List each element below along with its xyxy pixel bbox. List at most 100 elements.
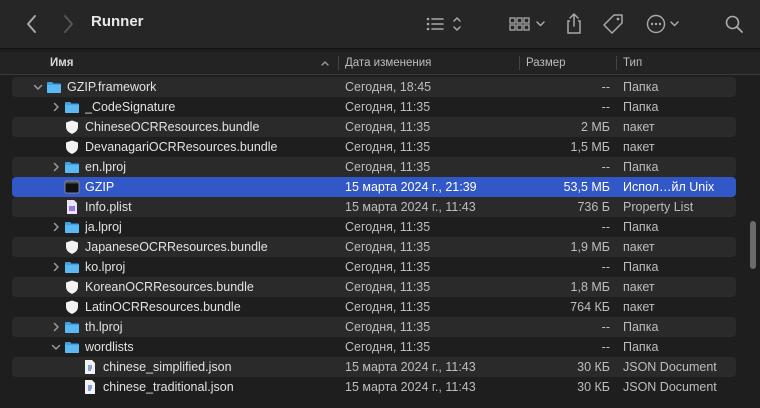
column-kind[interactable]: Тип	[623, 52, 743, 74]
file-name: KoreanOCRResources.bundle	[85, 280, 254, 294]
column-divider[interactable]	[519, 56, 520, 70]
disclosure-closed-icon[interactable]	[50, 221, 62, 233]
grid-group-icon	[509, 17, 545, 31]
json-icon	[82, 359, 98, 375]
folder-icon	[64, 259, 80, 275]
executable-icon	[64, 179, 80, 195]
file-name: chinese_simplified.json	[103, 360, 232, 374]
table-row[interactable]: chinese_traditional.json 15 марта 2024 г.…	[12, 377, 736, 397]
table-row[interactable]: JapaneseOCRResources.bundle Сегодня, 11:3…	[12, 237, 736, 257]
date-modified: Сегодня, 11:35	[345, 220, 431, 234]
date-modified: Сегодня, 11:35	[345, 340, 431, 354]
file-size: --	[601, 320, 610, 334]
date-modified: Сегодня, 11:35	[345, 100, 431, 114]
file-name: Info.plist	[85, 200, 132, 214]
chevron-left-icon	[27, 15, 36, 33]
file-name: en.lproj	[85, 160, 126, 174]
disclosure-closed-icon[interactable]	[50, 261, 62, 273]
folder-icon	[64, 99, 80, 115]
ellipsis-circle-icon	[646, 14, 679, 34]
table-row[interactable]: DevanagariOCRResources.bundle Сегодня, 11…	[12, 137, 736, 157]
bundle-icon	[64, 119, 80, 135]
json-icon	[82, 379, 98, 395]
file-name: _CodeSignature	[85, 100, 176, 114]
view-mode-button[interactable]	[424, 12, 464, 36]
table-row[interactable]: GZIP.framework Сегодня, 18:45 -- Папка	[12, 77, 736, 97]
column-date-modified[interactable]: Дата изменения	[345, 52, 515, 74]
date-modified: Сегодня, 11:35	[345, 320, 431, 334]
file-kind: пакет	[623, 140, 655, 154]
table-row[interactable]: ChineseOCRResources.bundle Сегодня, 11:35…	[12, 117, 736, 137]
file-size: 1,8 МБ	[570, 280, 610, 294]
disclosure-closed-icon[interactable]	[50, 161, 62, 173]
file-name: GZIP	[85, 180, 115, 194]
table-row[interactable]: KoreanOCRResources.bundle Сегодня, 11:35 1…	[12, 277, 736, 297]
table-row[interactable]: LatinOCRResources.bundle Сегодня, 11:35 76…	[12, 297, 736, 317]
file-name: DevanagariOCRResources.bundle	[85, 140, 278, 154]
share-icon	[567, 13, 581, 34]
list-view-icon	[426, 17, 461, 31]
column-name[interactable]: Имя	[50, 52, 338, 74]
table-row[interactable]: ja.lproj Сегодня, 11:35 -- Папка	[12, 217, 736, 237]
file-name: JapaneseOCRResources.bundle	[85, 240, 268, 254]
back-button[interactable]	[22, 12, 42, 36]
table-row[interactable]: en.lproj Сегодня, 11:35 -- Папка	[12, 157, 736, 177]
column-divider[interactable]	[338, 56, 339, 70]
file-name: wordlists	[85, 340, 134, 354]
file-size: 1,9 МБ	[570, 240, 610, 254]
file-size: --	[601, 80, 610, 94]
table-row[interactable]: wordlists Сегодня, 11:35 -- Папка	[12, 337, 736, 357]
table-row[interactable]: GZIP 15 марта 2024 г., 21:39 53,5 МБ Испол……	[12, 177, 736, 197]
vertical-scrollbar[interactable]	[747, 76, 759, 408]
tag-button[interactable]	[601, 12, 625, 36]
file-kind: Папка	[623, 340, 659, 354]
file-size: 53,5 МБ	[563, 180, 610, 194]
file-size: 764 КБ	[570, 300, 610, 314]
table-row[interactable]: th.lproj Сегодня, 11:35 -- Папка	[12, 317, 736, 337]
column-size[interactable]: Размер	[526, 52, 616, 74]
folder-icon	[64, 159, 80, 175]
file-kind: пакет	[623, 240, 655, 254]
file-kind: Папка	[623, 220, 659, 234]
file-kind: Папка	[623, 260, 659, 274]
file-kind: Папка	[623, 320, 659, 334]
more-actions-button[interactable]	[645, 12, 685, 36]
column-divider[interactable]	[616, 56, 617, 70]
window-title: Runner	[91, 13, 144, 30]
forward-button[interactable]	[58, 12, 78, 36]
file-size: --	[601, 160, 610, 174]
table-row[interactable]: ko.lproj Сегодня, 11:35 -- Папка	[12, 257, 736, 277]
file-size: 1,5 МБ	[570, 140, 610, 154]
table-row[interactable]: chinese_simplified.json 15 марта 2024 г.,…	[12, 357, 736, 377]
bundle-icon	[64, 239, 80, 255]
file-kind: Папка	[623, 160, 659, 174]
table-row[interactable]: Info.plist 15 марта 2024 г., 11:43 736 Б Pr…	[12, 197, 736, 217]
file-name: th.lproj	[85, 320, 123, 334]
bundle-icon	[64, 139, 80, 155]
date-modified: 15 марта 2024 г., 21:39	[345, 180, 477, 194]
table-row[interactable]: _CodeSignature Сегодня, 11:35 -- Папка	[12, 97, 736, 117]
scroll-thumb[interactable]	[750, 221, 756, 269]
folder-icon	[46, 79, 62, 95]
file-name: ChineseOCRResources.bundle	[85, 120, 260, 134]
share-button[interactable]	[563, 12, 585, 36]
disclosure-closed-icon[interactable]	[50, 101, 62, 113]
search-button[interactable]	[724, 12, 744, 36]
file-size: 30 КБ	[577, 360, 610, 374]
file-list[interactable]: GTMSessionFetcher.frameworkСегодня, 11:3…	[0, 67, 760, 408]
file-size: 30 КБ	[577, 380, 610, 394]
file-kind: Папка	[623, 80, 659, 94]
disclosure-open-icon[interactable]	[50, 341, 62, 353]
disclosure-open-icon[interactable]	[32, 81, 44, 93]
file-size: --	[601, 260, 610, 274]
date-modified: Сегодня, 11:35	[345, 280, 431, 294]
plist-icon	[64, 199, 80, 215]
file-kind: JSON Document	[623, 380, 717, 394]
tag-icon	[603, 14, 623, 34]
disclosure-closed-icon[interactable]	[50, 321, 62, 333]
file-size: --	[601, 340, 610, 354]
file-kind: Папка	[623, 100, 659, 114]
file-kind: пакет	[623, 280, 655, 294]
folder-icon	[64, 219, 80, 235]
group-button[interactable]	[508, 12, 548, 36]
